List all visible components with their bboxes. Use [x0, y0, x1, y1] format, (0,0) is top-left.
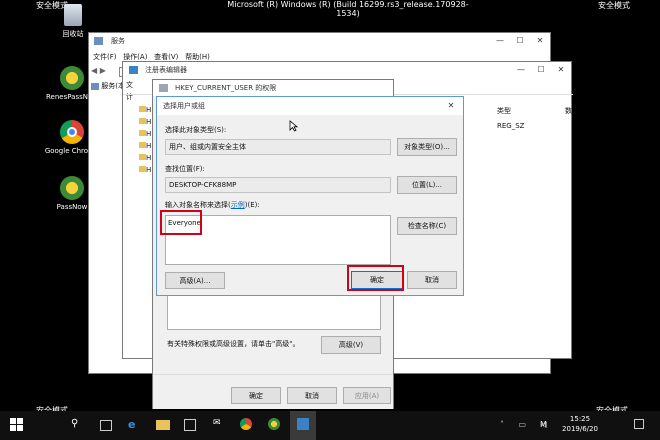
advanced-hint: 有关特殊权限或高级设置，请单击"高级"。 — [167, 340, 300, 348]
minimize-button[interactable]: — — [490, 33, 510, 49]
build-info: Microsoft (R) Windows (R) (Build 16299.r… — [227, 0, 469, 18]
maximize-button[interactable]: ☐ — [531, 62, 551, 78]
regedit-taskbar-item[interactable] — [290, 411, 316, 440]
regedit-taskbar-icon — [297, 418, 309, 430]
select-users-dialog[interactable]: 选择用户或组 ✕ 选择此对象类型(S): 用户、组或内置安全主体 对象类型(O)… — [156, 96, 464, 296]
safe-mode-label-top-right: 安全模式 — [598, 1, 630, 10]
dialog-cancel-button[interactable]: 取消 — [407, 271, 457, 289]
location-label: 查找位置(F): — [165, 165, 205, 173]
task-view-icon[interactable] — [100, 420, 112, 431]
edge-icon[interactable]: e — [128, 418, 142, 432]
permissions-advanced-button[interactable]: 高级(V) — [321, 336, 381, 354]
close-button[interactable]: ✕ — [530, 33, 550, 49]
regedit-titlebar[interactable]: 注册表编辑器 — [123, 62, 571, 78]
location-field: DESKTOP-CFK88MP — [165, 177, 391, 193]
mail-icon[interactable]: ✉ — [213, 418, 227, 432]
dialog-titlebar[interactable]: 选择用户或组 — [157, 97, 463, 115]
regedit-menubar[interactable]: 文 — [126, 80, 133, 90]
permissions-ok-button[interactable]: 确定 — [231, 387, 281, 404]
folder-icon — [139, 154, 146, 160]
locations-button[interactable]: 位置(L)... — [397, 176, 457, 194]
forward-arrow-icon[interactable]: ▶ — [100, 66, 106, 75]
file-explorer-icon[interactable] — [156, 420, 170, 430]
object-types-button[interactable]: 对象类型(O)... — [397, 138, 457, 156]
input-lang[interactable]: M — [540, 420, 547, 429]
column-header-data[interactable]: 数 — [565, 106, 572, 116]
services-app-icon — [94, 37, 103, 45]
dialog-advanced-button[interactable]: 高级(A)... — [165, 272, 225, 289]
menu-view[interactable]: 查看(V) — [154, 53, 178, 61]
store-icon[interactable] — [184, 419, 196, 431]
object-names-label: 输入对象名称来选择(示例)(E): — [165, 201, 260, 209]
regedit-app-icon — [129, 66, 138, 74]
highlight-everyone — [160, 210, 202, 235]
folder-icon — [139, 106, 146, 112]
regedit-title: 注册表编辑器 — [145, 66, 187, 74]
clock-time: 15:25 — [569, 415, 591, 423]
permissions-cancel-button[interactable]: 取消 — [287, 387, 337, 404]
dialog-title: 选择用户或组 — [163, 102, 205, 110]
check-names-button[interactable]: 检查名称(C) — [397, 217, 457, 235]
passnow-taskbar-icon[interactable] — [268, 418, 280, 430]
start-button[interactable] — [10, 418, 24, 432]
menu-file[interactable]: 文件(F) — [93, 53, 117, 61]
folder-icon — [139, 142, 146, 148]
column-header-type[interactable]: 类型 — [497, 106, 511, 116]
maximize-button[interactable]: ☐ — [510, 33, 530, 49]
services-titlebar[interactable]: 服务 — [89, 33, 550, 49]
folder-icon — [139, 118, 146, 124]
permissions-apply-button[interactable]: 应用(A) — [343, 387, 391, 404]
chrome-icon — [60, 120, 84, 144]
chrome-taskbar-icon[interactable] — [240, 418, 252, 430]
object-type-field: 用户、组或内置安全主体 — [165, 139, 391, 155]
passnow-app-icon — [60, 176, 84, 200]
examples-link[interactable]: 示例 — [231, 201, 245, 209]
minimize-button[interactable]: — — [511, 62, 531, 78]
search-icon[interactable]: ⚲ — [71, 418, 85, 432]
menu-help[interactable]: 帮助(H) — [185, 53, 210, 61]
clock[interactable]: 15:25 2019/6/20 — [560, 414, 600, 434]
object-type-label: 选择此对象类型(S): — [165, 126, 227, 134]
taskbar: ⚲ e ✉ ˄ ▭ ◁ M 15:25 2019/6/20 — [0, 411, 660, 440]
notification-icon[interactable] — [634, 419, 644, 429]
close-icon[interactable]: ✕ — [441, 98, 461, 114]
gear-icon — [91, 82, 99, 90]
services-title: 服务 — [111, 37, 125, 45]
permissions-titlebar[interactable]: HKEY_CURRENT_USER 的权限 — [153, 80, 393, 96]
back-arrow-icon[interactable]: ◀ — [91, 66, 97, 75]
folder-icon — [139, 166, 146, 172]
passnow-app-icon — [60, 66, 84, 90]
folder-icon — [159, 84, 168, 92]
menu-action[interactable]: 操作(A) — [123, 53, 147, 61]
permissions-title: HKEY_CURRENT_USER 的权限 — [175, 84, 277, 92]
mouse-cursor-icon — [289, 120, 298, 132]
close-button[interactable]: ✕ — [551, 62, 571, 78]
clock-date: 2019/6/20 — [562, 425, 598, 433]
value-type-cell: REG_SZ — [497, 122, 525, 130]
folder-icon — [139, 130, 146, 136]
recycle-bin-icon — [64, 4, 82, 26]
highlight-ok-button — [347, 265, 404, 291]
